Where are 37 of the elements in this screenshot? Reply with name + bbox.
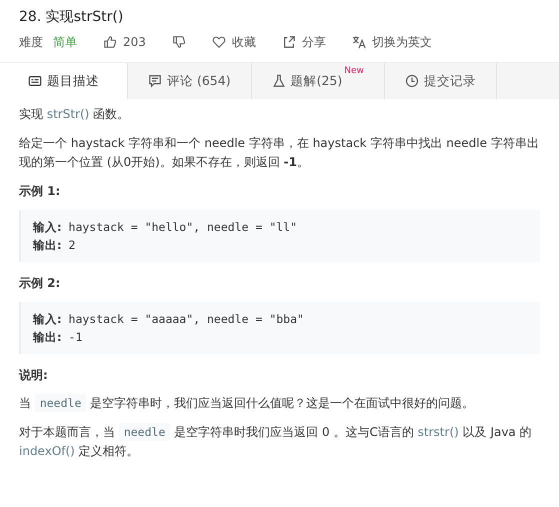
language-switch-button[interactable]: 切换为英文 [352,34,432,50]
like-button[interactable]: 203 [103,35,146,49]
heart-icon [212,35,226,49]
difficulty-value: 简单 [53,34,77,50]
tab[interactable]: 题目描述 [0,63,128,99]
dislike-button[interactable] [172,35,186,49]
paragraph: 给定一个 haystack 字符串和一个 needle 字符串，在 haystack 字符串中找出 needle 字符串出现的第一个位置 (从0开始)。如果不存在，则返回 -1。 [19,135,540,171]
difficulty-label: 难度 [19,34,43,50]
example-line: 输入: haystack = "hello", needle = "ll" [33,219,298,236]
paragraph: 实现 strStr() 函数。 [19,106,130,123]
link[interactable]: indexOf() [19,444,75,458]
translate-icon [352,35,366,49]
tab[interactable]: 评论 (654) [128,63,252,99]
inline-code: needle [34,394,86,412]
inline-code: needle [118,423,170,441]
link[interactable]: strstr() [418,425,459,439]
clock-icon [404,74,419,88]
document-icon [28,74,42,88]
paragraph: 当 needle 是空字符串时，我们应当返回什么值呢？这是一个在面试中很好的问题。 [19,394,476,413]
section-heading: 示例 1: [19,183,62,200]
example-line: 输出: 2 [33,237,76,254]
example-line: 输出: -1 [33,329,84,346]
share-button[interactable]: 分享 [282,34,326,50]
paragraph: 对于本题而言，当 needle 是空字符串时我们应当返回 0 。这与C语言的 strstr() 以及 Java 的 indexOf() 定义相符。 [19,423,533,460]
problem-title: 28. 实现strStr() [19,8,124,27]
flask-icon [272,74,286,88]
comment-icon [148,74,162,88]
new-label: New [344,66,364,76]
share-icon [282,35,296,49]
thumbs-up-icon [103,35,117,49]
favorite-button[interactable]: 收藏 [212,34,256,50]
example-line: 输入: haystack = "aaaaa", needle = "bba" [33,311,305,328]
section-heading: 说明: [19,367,49,384]
tab[interactable]: 提交记录 [384,63,497,99]
section-heading: 示例 2: [19,275,62,292]
thumbs-down-icon [172,35,186,49]
link[interactable]: strStr() [46,107,90,121]
